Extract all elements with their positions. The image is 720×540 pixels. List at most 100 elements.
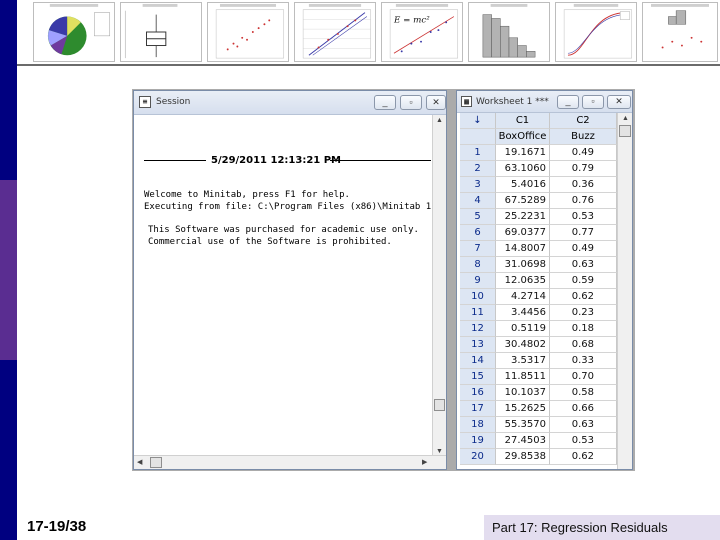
cell-boxoffice[interactable]: 30.4802 [496,337,550,353]
row-number[interactable]: 20 [460,449,496,465]
cell-boxoffice[interactable]: 55.3570 [496,417,550,433]
cell-buzz[interactable]: 0.63 [550,257,617,273]
session-line-welcome: Welcome to Minitab, press F1 for help. [144,190,350,200]
row-number[interactable]: 3 [460,177,496,193]
cell-boxoffice[interactable]: 25.2231 [496,209,550,225]
cell-buzz[interactable]: 0.79 [550,161,617,177]
cell-buzz[interactable]: 0.53 [550,433,617,449]
session-notice-academic: This Software was purchased for academic… [148,225,419,235]
session-line-executing: Executing from file: C:\Program Files (x… [144,202,431,212]
session-title: Session [156,97,191,107]
column-name-buzz[interactable]: Buzz [550,129,617,145]
cell-buzz[interactable]: 0.33 [550,353,617,369]
cell-buzz[interactable]: 0.63 [550,417,617,433]
session-titlebar[interactable]: ≡ Session _ ▫ ✕ [134,91,446,115]
cell-boxoffice[interactable]: 69.0377 [496,225,550,241]
row-number[interactable]: 17 [460,401,496,417]
cell-boxoffice[interactable]: 11.8511 [496,369,550,385]
left-accent-bar [0,0,17,540]
cell-buzz[interactable]: 0.76 [550,193,617,209]
scroll-up-arrow-icon[interactable]: ▲ [436,117,443,124]
cell-buzz[interactable]: 0.23 [550,305,617,321]
cell-boxoffice[interactable]: 0.5119 [496,321,550,337]
worksheet-restore-button[interactable]: ▫ [582,95,604,109]
row-number[interactable]: 2 [460,161,496,177]
column-header-c1[interactable]: C1 [496,113,550,129]
cell-buzz[interactable]: 0.49 [550,145,617,161]
worksheet-titlebar[interactable]: ▦ Worksheet 1 *** _ ▫ ✕ [457,91,632,113]
cell-boxoffice[interactable]: 15.2625 [496,401,550,417]
session-vertical-scrollbar[interactable]: ▲ ▼ [432,115,446,457]
cell-buzz[interactable]: 0.62 [550,449,617,465]
row-number[interactable]: 9 [460,273,496,289]
row-number[interactable]: 5 [460,209,496,225]
cell-buzz[interactable]: 0.59 [550,273,617,289]
session-vertical-scroll-thumb[interactable] [434,399,445,411]
cell-buzz[interactable]: 0.49 [550,241,617,257]
cell-buzz[interactable]: 0.62 [550,289,617,305]
worksheet-window: ▦ Worksheet 1 *** _ ▫ ✕ ↓ C1 C2 BoxOffic… [456,90,633,470]
worksheet-vertical-scroll-thumb[interactable] [619,125,631,137]
table-row: 6 69.0377 0.77 [460,225,617,241]
row-number[interactable]: 14 [460,353,496,369]
scroll-right-arrow-icon[interactable]: ▶ [422,458,427,466]
cell-boxoffice[interactable]: 12.0635 [496,273,550,289]
cell-boxoffice[interactable]: 3.4456 [496,305,550,321]
row-number[interactable]: 16 [460,385,496,401]
column-header-c2[interactable]: C2 [550,113,617,129]
cell-boxoffice[interactable]: 5.4016 [496,177,550,193]
column-name-boxoffice[interactable]: BoxOffice [496,129,550,145]
table-row: 15 11.8511 0.70 [460,369,617,385]
worksheet-minimize-button[interactable]: _ [557,95,579,109]
cell-buzz[interactable]: 0.77 [550,225,617,241]
worksheet-vertical-scrollbar[interactable]: ▲ [617,113,632,469]
row-number[interactable]: 13 [460,337,496,353]
footer-banner: Part 17: Regression Residuals [484,515,720,540]
pie-chart-thumbnail [33,2,115,62]
worksheet-close-button[interactable]: ✕ [607,95,631,109]
row-number[interactable]: 4 [460,193,496,209]
row-number[interactable]: 12 [460,321,496,337]
table-row: 4 67.5289 0.76 [460,193,617,209]
slide-number: 17-19/38 [27,518,87,535]
formula-label: E = mc² [393,15,430,25]
column-name-row: BoxOffice Buzz [460,129,617,145]
row-number[interactable]: 10 [460,289,496,305]
cell-boxoffice[interactable]: 63.1060 [496,161,550,177]
cell-buzz[interactable]: 0.36 [550,177,617,193]
row-number[interactable]: 6 [460,225,496,241]
table-row: 10 4.2714 0.62 [460,289,617,305]
session-close-button[interactable]: ✕ [426,95,446,110]
cell-boxoffice[interactable]: 27.4503 [496,433,550,449]
row-number[interactable]: 15 [460,369,496,385]
worksheet-scroll-up-icon[interactable]: ▲ [622,115,629,122]
cell-buzz[interactable]: 0.58 [550,385,617,401]
cell-boxoffice[interactable]: 31.0698 [496,257,550,273]
session-horizontal-scrollbar[interactable]: ◀ ▶ [134,455,446,469]
cell-boxoffice[interactable]: 14.8007 [496,241,550,257]
session-horizontal-scroll-thumb[interactable] [150,457,162,468]
cell-buzz[interactable]: 0.70 [550,369,617,385]
cell-boxoffice[interactable]: 19.1671 [496,145,550,161]
cell-boxoffice[interactable]: 3.5317 [496,353,550,369]
cell-boxoffice[interactable]: 29.8538 [496,449,550,465]
cell-boxoffice[interactable]: 10.1037 [496,385,550,401]
session-output[interactable]: 5/29/2011 12:13:21 PM Welcome to Minitab… [140,117,431,447]
corner-arrow-icon[interactable]: ↓ [460,113,496,129]
scroll-down-arrow-icon[interactable]: ▼ [436,448,443,455]
cell-boxoffice[interactable]: 67.5289 [496,193,550,209]
cell-buzz[interactable]: 0.18 [550,321,617,337]
row-number[interactable]: 8 [460,257,496,273]
row-number[interactable]: 11 [460,305,496,321]
session-minimize-button[interactable]: _ [374,95,396,110]
cell-buzz[interactable]: 0.53 [550,209,617,225]
row-number[interactable]: 1 [460,145,496,161]
scroll-left-arrow-icon[interactable]: ◀ [137,458,142,466]
session-restore-button[interactable]: ▫ [400,95,422,110]
row-number[interactable]: 18 [460,417,496,433]
cell-buzz[interactable]: 0.66 [550,401,617,417]
row-number[interactable]: 19 [460,433,496,449]
row-number[interactable]: 7 [460,241,496,257]
cell-boxoffice[interactable]: 4.2714 [496,289,550,305]
cell-buzz[interactable]: 0.68 [550,337,617,353]
